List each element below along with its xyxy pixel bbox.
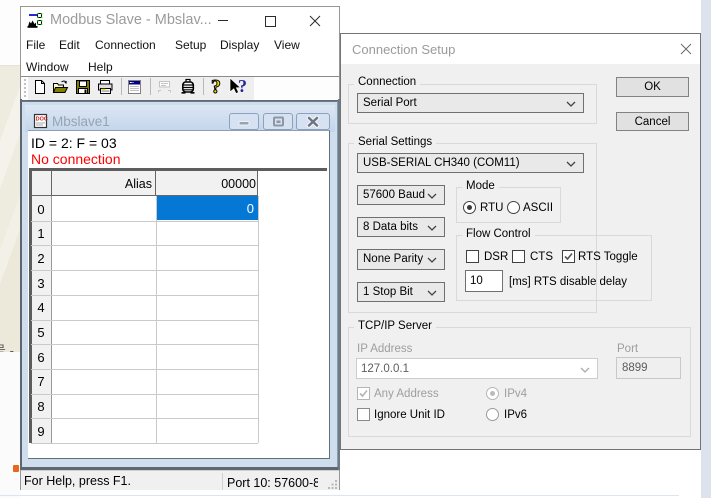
svg-text:?: ? <box>211 76 221 97</box>
svg-text:?: ? <box>238 76 247 96</box>
svg-text:DOC: DOC <box>36 116 48 122</box>
